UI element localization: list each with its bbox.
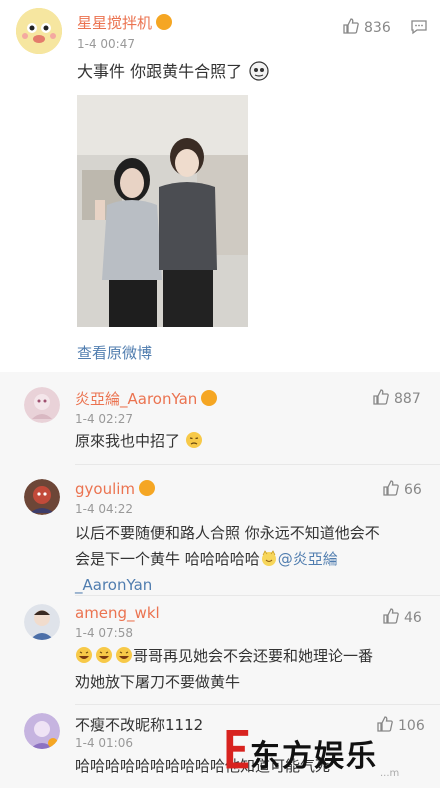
user-avatar-icon [24, 604, 60, 640]
thumb-up-icon [383, 608, 399, 624]
brand-watermark: 东方娱乐 [250, 739, 378, 774]
comment-time: 1-4 02:27 [75, 412, 133, 426]
post-like-button[interactable]: 836 [342, 17, 391, 36]
comment-avatar[interactable] [24, 604, 60, 640]
comment-avatar[interactable] [24, 479, 60, 515]
user-avatar-icon [24, 479, 60, 515]
comment-like-count: 106 [398, 718, 425, 734]
comment-list: 炎亞綸_AaronYan 1-4 02:27 887 原來我也中招了 gyoul… [0, 372, 440, 788]
comment-text-line: 劝她放下屠刀不要做黄牛 [75, 673, 241, 691]
thumb-up-icon [373, 389, 389, 405]
comment-time: 1-4 07:58 [75, 626, 133, 640]
vip-badge-icon [139, 480, 156, 496]
comment-username[interactable]: 不瘦不改昵称1112 [75, 714, 203, 735]
comment-like-count: 887 [394, 391, 421, 407]
comment-username-text[interactable]: gyoulim [75, 480, 135, 498]
comment-username-text[interactable]: ameng_wkl [75, 604, 160, 622]
comment-like-count: 46 [404, 610, 422, 626]
vip-badge-icon [156, 14, 173, 30]
comment-text-segment: 会是下一个黄牛 哈哈哈哈哈 [75, 550, 260, 568]
post-text: 大事件 你跟黄牛合照了 [77, 59, 269, 85]
comment-text-line: 哥哥再见她会不会还要和她理论一番 [75, 643, 430, 669]
comment-text-content: 原來我也中招了 [75, 432, 181, 450]
comment-text: 原來我也中招了 [75, 428, 203, 454]
user-avatar-icon [24, 713, 60, 749]
photo-image [77, 95, 248, 327]
post-username-text[interactable]: 星星搅拌机 [77, 14, 152, 32]
post-like-count: 836 [364, 20, 391, 36]
cartoon-avatar-icon [16, 8, 62, 54]
comment-username-text[interactable]: 炎亞綸_AaronYan [75, 390, 197, 408]
emoji-icon [249, 61, 269, 81]
comment-icon[interactable] [410, 18, 428, 40]
user-avatar-icon [24, 387, 60, 423]
comment-item: 炎亞綸_AaronYan 1-4 02:27 887 原來我也中招了 [0, 372, 440, 464]
comment-like-count: 66 [404, 482, 422, 498]
comment-text-segment: 哥哥再见她会不会还要和她理论一番 [133, 647, 374, 665]
comment-item: ameng_wkl 1-4 07:58 46 哥哥再见她会不会还要和她理论一番 … [0, 596, 440, 704]
mention-link[interactable]: @炎亞綸 [278, 550, 338, 568]
sad-emoji-icon [185, 432, 202, 448]
cat-emoji-icon [261, 550, 276, 566]
watermark-small-text: ...m [380, 768, 400, 779]
comment-time: 1-4 01:06 [75, 736, 133, 750]
comment-avatar[interactable] [24, 387, 60, 423]
post-avatar[interactable] [16, 8, 62, 54]
post-photo[interactable] [77, 95, 248, 327]
comment-text-line: 以后不要随便和路人合照 你永远不知道他会不 [75, 524, 380, 542]
comment-username[interactable]: ameng_wkl [75, 604, 160, 622]
main-post: 星星搅拌机 1-4 00:47 836 大事件 你跟黄牛合照了 查看原微博 [0, 0, 440, 372]
comment-like-button[interactable]: 106 [376, 715, 425, 734]
comment-username-text[interactable]: 不瘦不改昵称1112 [75, 716, 203, 734]
laughing-emoji-icon [76, 647, 132, 663]
comment-text-line: 会是下一个黄牛 哈哈哈哈哈 @炎亞綸 [75, 546, 430, 572]
comment-like-button[interactable]: 46 [382, 607, 422, 626]
comment-item: gyoulim 1-4 04:22 66 以后不要随便和路人合照 你永远不知道他… [0, 465, 440, 595]
thumb-up-icon [343, 18, 359, 34]
comment-username[interactable]: gyoulim [75, 480, 156, 498]
comment-avatar[interactable] [24, 713, 60, 749]
post-username[interactable]: 星星搅拌机 [77, 12, 173, 33]
comment-username[interactable]: 炎亞綸_AaronYan [75, 388, 218, 409]
view-original-link[interactable]: 查看原微博 [77, 342, 152, 363]
comment-like-button[interactable]: 66 [382, 479, 422, 498]
thumb-up-icon [383, 480, 399, 496]
post-time: 1-4 00:47 [77, 37, 135, 51]
comment-text: 哥哥再见她会不会还要和她理论一番 劝她放下屠刀不要做黄牛 [75, 643, 430, 695]
comment-like-button[interactable]: 887 [372, 388, 421, 407]
thumb-up-icon [377, 716, 393, 732]
comment-time: 1-4 04:22 [75, 502, 133, 516]
comment-text: 以后不要随便和路人合照 你永远不知道他会不 会是下一个黄牛 哈哈哈哈哈 @炎亞綸 … [75, 520, 430, 598]
post-text-content: 大事件 你跟黄牛合照了 [77, 62, 243, 81]
vip-badge-icon [201, 390, 218, 406]
